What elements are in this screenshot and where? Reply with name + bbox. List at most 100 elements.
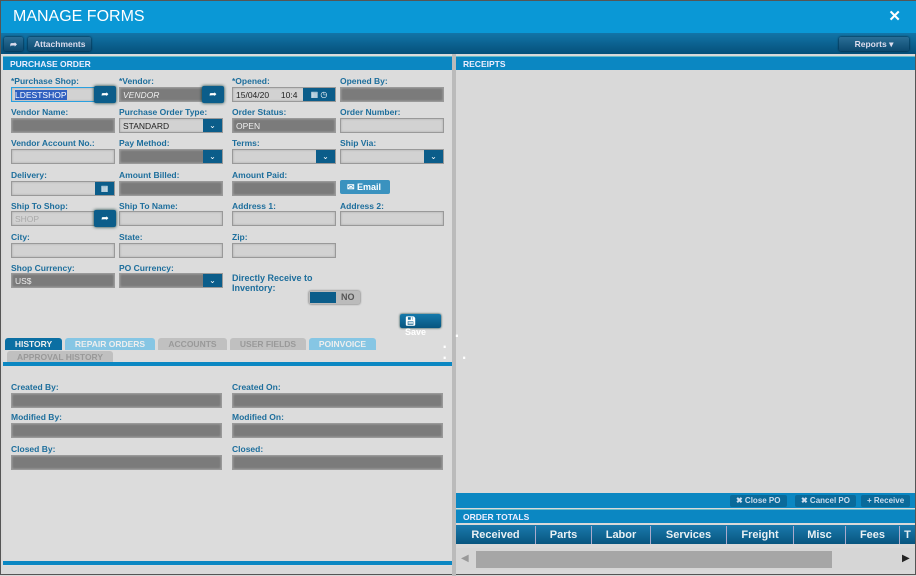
column-fees[interactable]: Fees — [846, 526, 900, 544]
lookup-icon[interactable]: ➦ — [202, 86, 224, 103]
created-by-label: Created By: — [11, 382, 59, 392]
ship-via-label: Ship Via: — [340, 138, 377, 148]
zip-input[interactable] — [232, 243, 336, 258]
opened-label: *Opened: — [232, 76, 270, 86]
direct-receive-label: Directly Receive to Inventory: — [232, 273, 313, 293]
save-button[interactable]: 💾︎ Save — [400, 314, 441, 337]
order-status-input: OPEN — [232, 118, 336, 133]
receipts-header: RECEIPTS — [456, 56, 915, 70]
column-misc[interactable]: Misc — [794, 526, 846, 544]
tab-history[interactable]: HISTORY — [5, 338, 62, 350]
scroll-left-icon[interactable]: ◀ — [461, 553, 469, 564]
lookup-icon[interactable]: ➦ — [94, 86, 116, 103]
vendor-account-label: Vendor Account No.: — [11, 138, 95, 148]
email-button[interactable]: ✉ Email — [340, 180, 390, 194]
ship-to-name-input[interactable] — [119, 211, 223, 226]
pay-method-label: Pay Method: — [119, 138, 170, 148]
address2-label: Address 2: — [340, 201, 384, 211]
vendor-value: VENDOR — [123, 90, 160, 100]
column-labor[interactable]: Labor — [592, 526, 651, 544]
ship-to-shop-placeholder: SHOP — [15, 214, 40, 224]
column-freight[interactable]: Freight — [727, 526, 794, 544]
loading-spinner-icon: · · · · — [441, 322, 468, 369]
amount-paid-label: Amount Paid: — [232, 170, 288, 180]
opened-by-input[interactable] — [340, 87, 444, 102]
calendar-icon[interactable]: ▦ — [95, 182, 114, 195]
state-label: State: — [119, 232, 143, 242]
reports-button[interactable]: Reports ▾ — [839, 37, 909, 51]
calendar-clock-icon[interactable]: ▦ ◷ — [303, 88, 335, 101]
ship-to-name-label: Ship To Name: — [119, 201, 178, 211]
ship-to-shop-label: Ship To Shop: — [11, 201, 68, 211]
chevron-down-icon[interactable]: ⌄ — [424, 150, 443, 163]
ship-via-select[interactable]: ⌄ — [340, 149, 444, 164]
attachments-button[interactable]: Attachments — [28, 37, 92, 51]
closed-by-label: Closed By: — [11, 444, 56, 454]
created-by-input — [11, 393, 222, 408]
po-type-select[interactable]: STANDARD ⌄ — [119, 118, 223, 133]
lookup-icon[interactable]: ➦ — [94, 210, 116, 227]
po-type-label: Purchase Order Type: — [119, 107, 208, 117]
zip-label: Zip: — [232, 232, 248, 242]
tab-poinvoice[interactable]: POINVOICE — [309, 338, 376, 350]
chevron-down-icon[interactable]: ⌄ — [316, 150, 335, 163]
close-po-button[interactable]: ✖ Close PO — [730, 495, 787, 507]
purchase-order-header: PURCHASE ORDER — [3, 56, 452, 70]
vendor-name-input[interactable] — [11, 118, 115, 133]
window-title: MANAGE FORMS — [1, 1, 916, 33]
order-number-input[interactable] — [340, 118, 444, 133]
shop-currency-label: Shop Currency: — [11, 263, 75, 273]
save-label: Save — [405, 327, 427, 337]
column-services[interactable]: Services — [651, 526, 727, 544]
po-currency-select[interactable]: ⌄ — [119, 273, 223, 288]
chevron-down-icon[interactable]: ⌄ — [203, 119, 222, 132]
created-on-label: Created On: — [232, 382, 281, 392]
chevron-down-icon[interactable]: ⌄ — [203, 274, 222, 287]
toolbar: ➦ Attachments Reports ▾ — [1, 33, 916, 54]
horizontal-scrollbar[interactable]: ◀ ▶ — [456, 548, 915, 570]
purchase-shop-input[interactable]: LDESTSHOP ➦ — [11, 86, 116, 103]
delivery-input[interactable]: ▦ — [11, 181, 115, 196]
toggle-state: NO — [341, 292, 355, 302]
address2-input[interactable] — [340, 211, 444, 226]
close-icon[interactable]: ✕ — [888, 7, 901, 25]
tab-repair-orders[interactable]: REPAIR ORDERS — [65, 338, 155, 350]
amount-paid-input — [232, 181, 336, 196]
direct-receive-toggle[interactable]: NO — [309, 291, 360, 304]
tab-user-fields[interactable]: USER FIELDS — [230, 338, 306, 350]
address1-label: Address 1: — [232, 201, 276, 211]
address1-input[interactable] — [232, 211, 336, 226]
modified-by-input — [11, 423, 222, 438]
scroll-right-icon[interactable]: ▶ — [902, 553, 910, 564]
modified-on-input — [232, 423, 443, 438]
created-on-input — [232, 393, 443, 408]
column-parts[interactable]: Parts — [536, 526, 592, 544]
vendor-account-input[interactable] — [11, 149, 115, 164]
order-number-label: Order Number: — [340, 107, 401, 117]
scrollbar-thumb[interactable] — [476, 551, 832, 568]
receive-button[interactable]: + Receive — [861, 495, 911, 507]
modified-on-label: Modified On: — [232, 412, 284, 422]
state-input[interactable] — [119, 243, 223, 258]
purchase-shop-value: LDESTSHOP — [15, 90, 67, 100]
column-received[interactable]: Received — [456, 526, 536, 544]
terms-label: Terms: — [232, 138, 260, 148]
tab-accounts[interactable]: ACCOUNTS — [158, 338, 227, 350]
vendor-input[interactable]: VENDOR ➦ — [119, 86, 224, 103]
city-input[interactable] — [11, 243, 115, 258]
po-currency-label: PO Currency: — [119, 263, 174, 273]
modified-by-label: Modified By: — [11, 412, 62, 422]
column-total[interactable]: T — [900, 526, 915, 544]
cancel-po-button[interactable]: ✖ Cancel PO — [795, 495, 856, 507]
amount-billed-label: Amount Billed: — [119, 170, 180, 180]
back-icon[interactable]: ➦ — [4, 37, 24, 51]
opened-input[interactable]: 15/04/20 10:4 ▦ ◷ — [232, 87, 336, 102]
purchase-shop-label: *Purchase Shop: — [11, 76, 80, 86]
ship-to-shop-input[interactable]: SHOP ➦ — [11, 210, 116, 227]
tab-divider — [3, 362, 452, 366]
opened-time: 10:4 — [280, 90, 298, 100]
city-label: City: — [11, 232, 30, 242]
terms-select[interactable]: ⌄ — [232, 149, 336, 164]
chevron-down-icon[interactable]: ⌄ — [203, 150, 222, 163]
pay-method-select[interactable]: ⌄ — [119, 149, 223, 164]
